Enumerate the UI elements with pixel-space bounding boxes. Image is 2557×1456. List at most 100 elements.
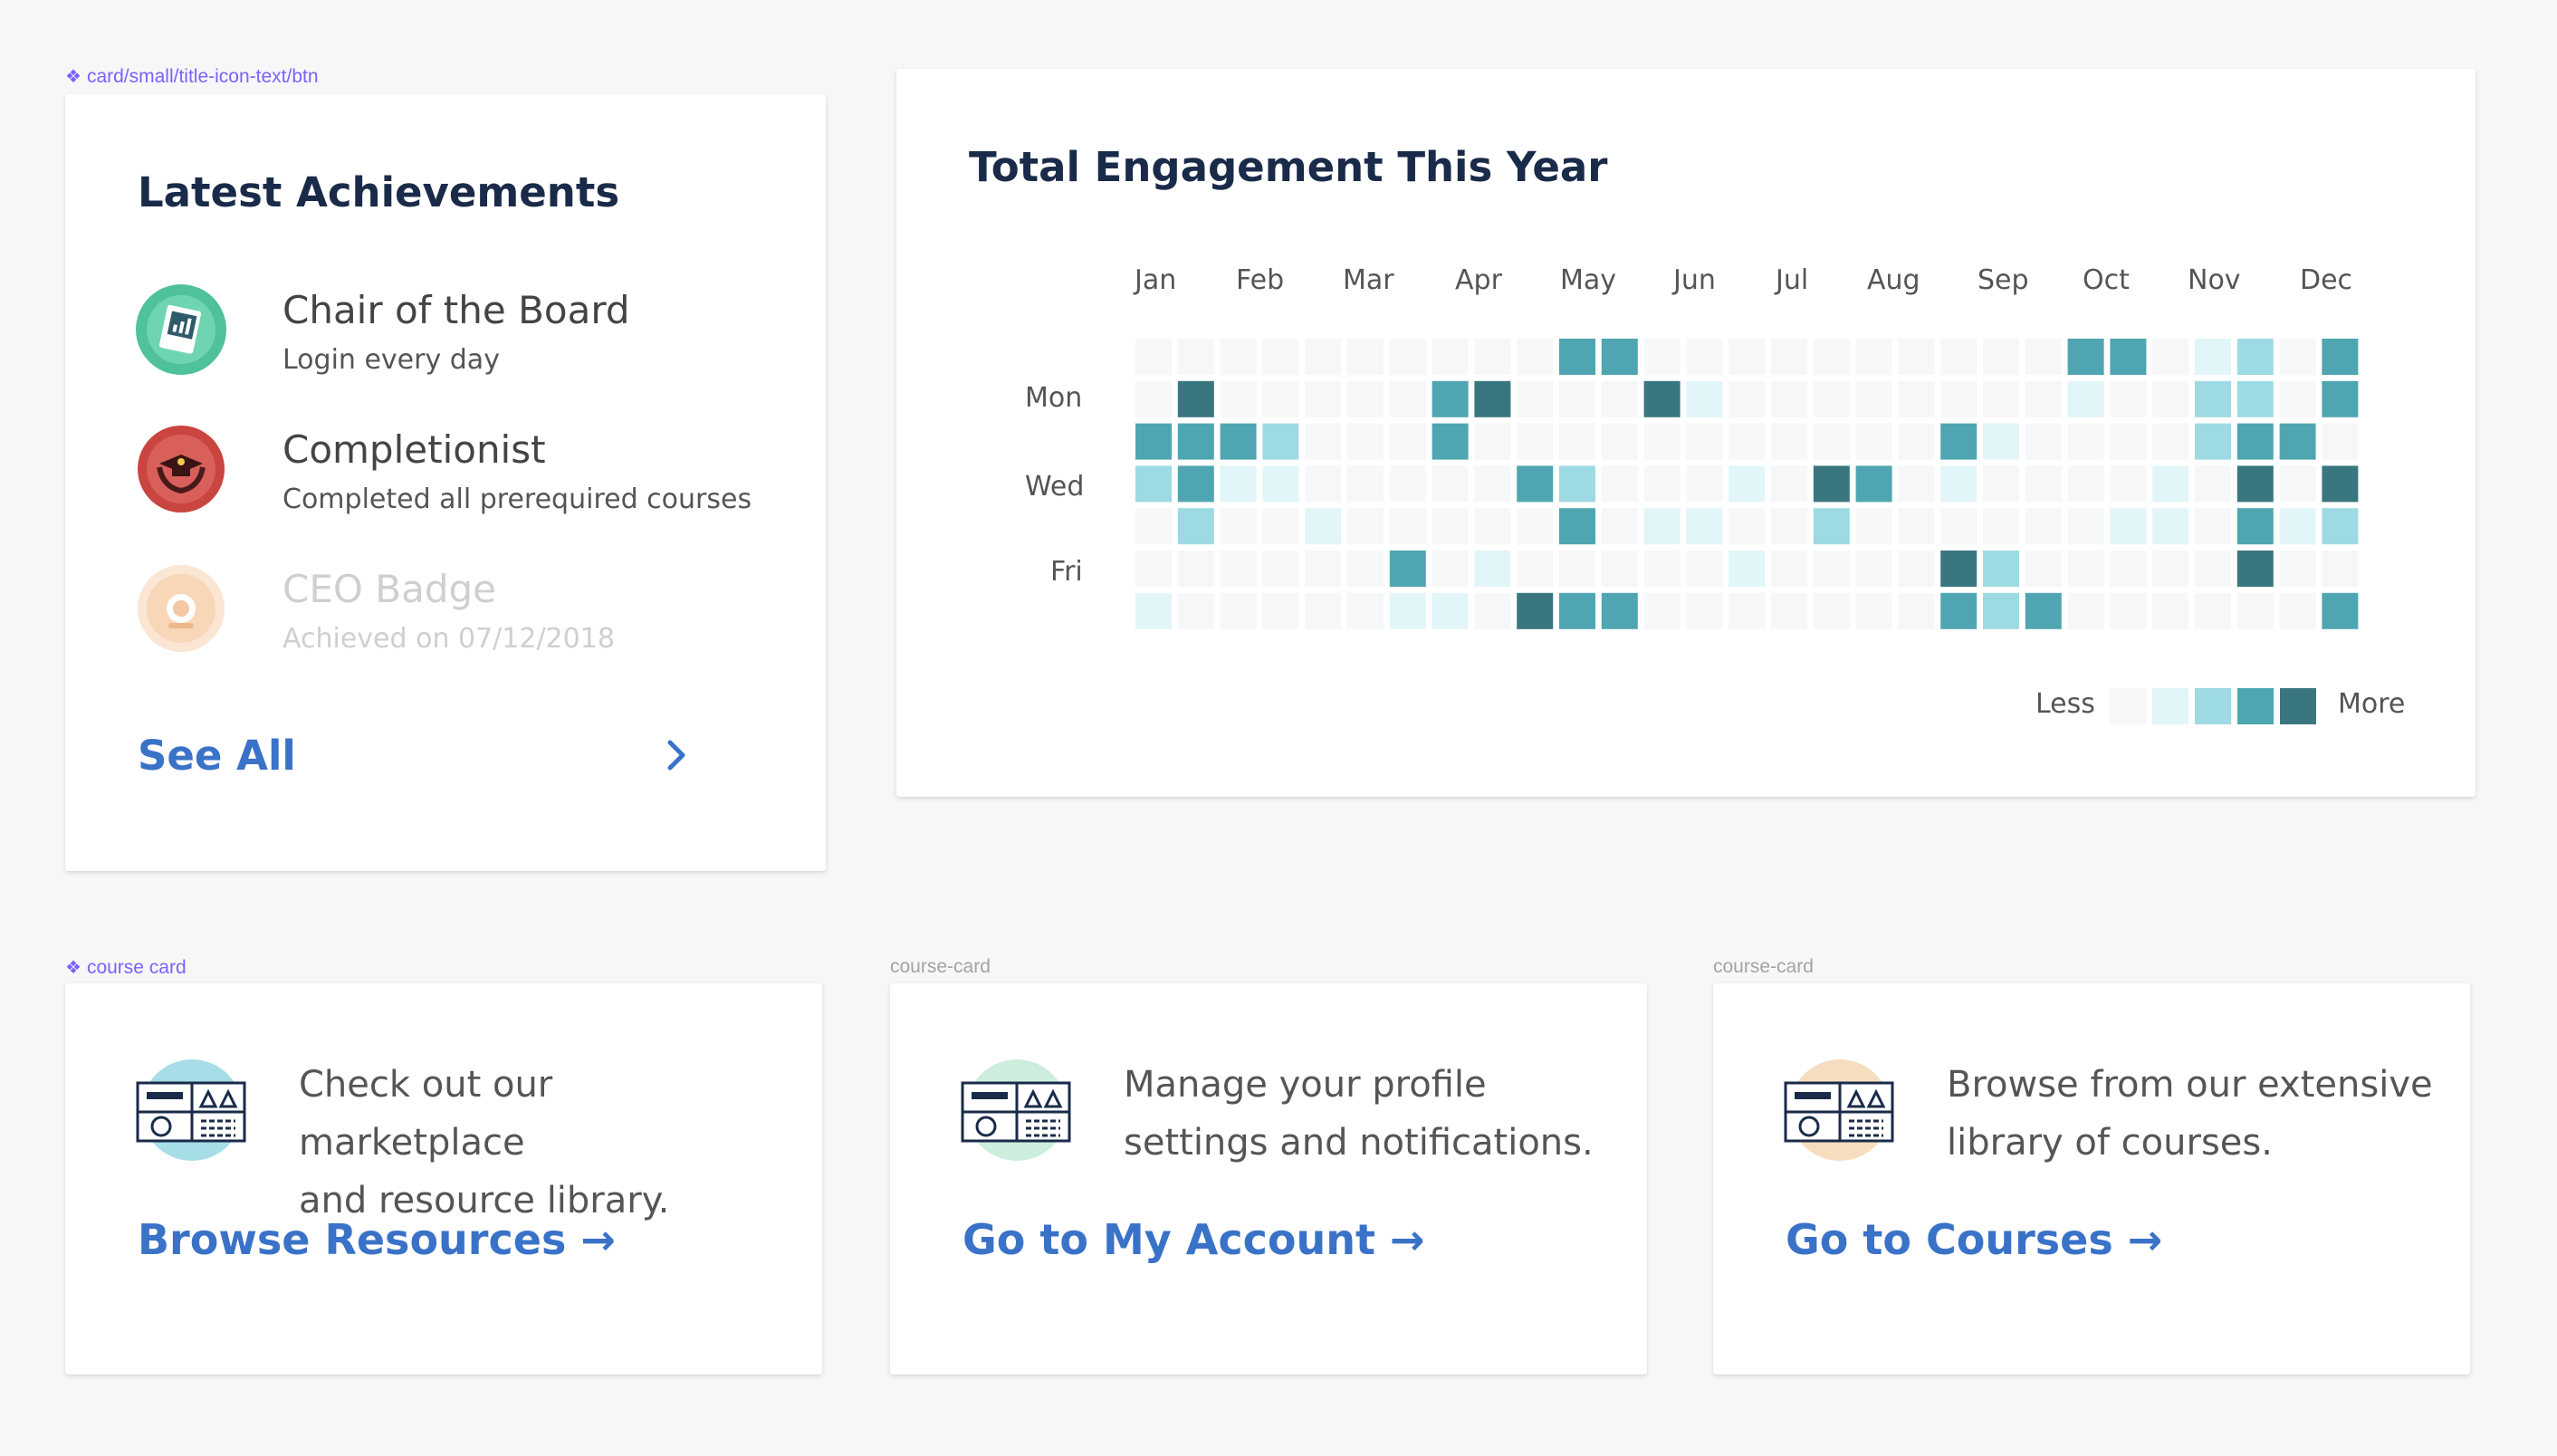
heatmap-cell bbox=[1813, 423, 1850, 460]
heatmap-cell bbox=[1517, 592, 1554, 629]
heatmap-cell bbox=[1601, 465, 1638, 503]
heatmap-cell bbox=[1177, 465, 1214, 503]
heatmap-cell bbox=[2236, 339, 2274, 375]
heatmap-cell bbox=[1983, 423, 2019, 460]
achievement-item[interactable]: Completionist Completed all prerequired … bbox=[136, 424, 788, 523]
legend-swatch bbox=[2280, 688, 2316, 724]
legend-less-label: Less bbox=[2035, 688, 2095, 720]
heatmap-cell bbox=[2025, 465, 2062, 503]
heatmap-cell bbox=[2236, 508, 2274, 545]
frame-label-course-card-3: course-card bbox=[1713, 956, 1814, 977]
heatmap-cell bbox=[2236, 423, 2274, 460]
heatmap-cell bbox=[1305, 465, 1342, 503]
heatmap-cell bbox=[1389, 508, 1426, 545]
heatmap-cell bbox=[1262, 423, 1299, 460]
heatmap-cell bbox=[1262, 551, 1299, 587]
heatmap-cell bbox=[1559, 508, 1595, 545]
heatmap-cell bbox=[1643, 551, 1681, 587]
heatmap-cell bbox=[1517, 508, 1554, 545]
heatmap-cell bbox=[1559, 380, 1595, 417]
heatmap-cell bbox=[2236, 551, 2274, 587]
heatmap-cell bbox=[2110, 339, 2147, 375]
heatmap-cell bbox=[1940, 339, 1978, 375]
heatmap-cell bbox=[2025, 551, 2062, 587]
heatmap-cell bbox=[1686, 508, 1723, 545]
heatmap-cell bbox=[1729, 465, 1766, 503]
heatmap-cell bbox=[1771, 339, 1807, 375]
heatmap-cell bbox=[1262, 592, 1299, 629]
heatmap-cell bbox=[1262, 380, 1299, 417]
component-icon: ❖ bbox=[65, 67, 81, 87]
heatmap-cell bbox=[1771, 592, 1807, 629]
go-to-courses-link[interactable]: Go to Courses → bbox=[1786, 1215, 2162, 1273]
browse-resources-link[interactable]: Browse Resources → bbox=[138, 1215, 616, 1273]
heatmap-cell bbox=[2152, 551, 2189, 587]
legend-more-label: More bbox=[2338, 688, 2406, 720]
heatmap-cell bbox=[1517, 465, 1554, 503]
heatmap-cell bbox=[1729, 380, 1766, 417]
heatmap-cell bbox=[1983, 508, 2019, 545]
legend-swatch bbox=[2152, 688, 2188, 724]
heatmap-cell bbox=[1729, 551, 1766, 587]
achievement-desc: Achieved on 07/12/2018 bbox=[283, 623, 615, 655]
heatmap-cell bbox=[1347, 551, 1384, 587]
heatmap-cell bbox=[1898, 423, 1935, 460]
heatmap-cell bbox=[1177, 551, 1214, 587]
achievement-item[interactable]: Chair of the Board Login every day bbox=[136, 284, 788, 384]
legend-swatch bbox=[2237, 688, 2274, 724]
achievement-item[interactable]: CEO Badge Achieved on 07/12/2018 bbox=[136, 563, 788, 663]
heatmap-cell bbox=[1855, 592, 1892, 629]
heatmap-cell bbox=[2322, 339, 2359, 375]
heatmap-cell bbox=[2152, 339, 2189, 375]
frame-label-course-card: ❖ course card bbox=[65, 956, 187, 979]
heatmap-cell bbox=[1729, 339, 1766, 375]
heatmap-cell bbox=[1771, 380, 1807, 417]
heatmap-cell bbox=[2067, 423, 2104, 460]
heatmap-cell bbox=[2322, 380, 2359, 417]
course-card-desc: Manage your profile settings and notific… bbox=[1124, 1064, 1594, 1164]
heatmap-cell bbox=[1135, 465, 1172, 503]
go-to-my-account-link[interactable]: Go to My Account → bbox=[962, 1215, 1425, 1273]
heatmap-cell bbox=[1220, 380, 1257, 417]
engagement-heatmap bbox=[1135, 339, 2359, 724]
heatmap-cell bbox=[1220, 592, 1257, 629]
heatmap-cell bbox=[1983, 592, 2019, 629]
course-card-courses: Browse from our extensive library of cou… bbox=[1713, 983, 2470, 1375]
heatmap-cell bbox=[1220, 423, 1257, 460]
component-icon: ❖ bbox=[65, 958, 81, 978]
heatmap-cell bbox=[2067, 592, 2104, 629]
heatmap-cell bbox=[2279, 339, 2316, 375]
heatmap-cell bbox=[1855, 551, 1892, 587]
heatmap-cell bbox=[2236, 592, 2274, 629]
chart-document-icon bbox=[136, 284, 226, 375]
see-all-button[interactable]: See All bbox=[138, 728, 690, 782]
heatmap-cell bbox=[1220, 339, 1257, 375]
heatmap-cell bbox=[1559, 551, 1595, 587]
heatmap-cell bbox=[1898, 465, 1935, 503]
dashboard-layout-icon bbox=[1782, 1056, 1898, 1164]
heatmap-cell bbox=[2025, 339, 2062, 375]
heatmap-cell bbox=[1305, 592, 1342, 629]
heatmap-cell bbox=[2322, 508, 2359, 545]
heatmap-cell bbox=[2110, 465, 2147, 503]
heatmap-cell bbox=[1177, 592, 1214, 629]
heatmap-cell bbox=[1771, 508, 1807, 545]
heatmap-cell bbox=[1517, 380, 1554, 417]
heatmap-cell bbox=[1940, 592, 1978, 629]
heatmap-cell bbox=[1135, 423, 1172, 460]
heatmap-cell bbox=[1347, 508, 1384, 545]
achievement-desc: Completed all prerequired courses bbox=[283, 484, 752, 515]
ceo-badge-icon bbox=[136, 563, 226, 654]
heatmap-cell bbox=[1983, 465, 2019, 503]
heatmap-cell bbox=[1432, 339, 1469, 375]
heatmap-cell bbox=[1432, 380, 1469, 417]
heatmap-cell bbox=[1813, 465, 1850, 503]
heatmap-cell bbox=[1983, 339, 2019, 375]
heatmap-cell bbox=[2236, 380, 2274, 417]
heatmap-cell bbox=[1898, 508, 1935, 545]
heatmap-cell bbox=[1601, 551, 1638, 587]
heatmap-cell bbox=[2279, 465, 2316, 503]
heatmap-cell bbox=[1474, 339, 1511, 375]
heatmap-cell bbox=[2195, 380, 2231, 417]
heatmap-cell bbox=[2279, 508, 2316, 545]
